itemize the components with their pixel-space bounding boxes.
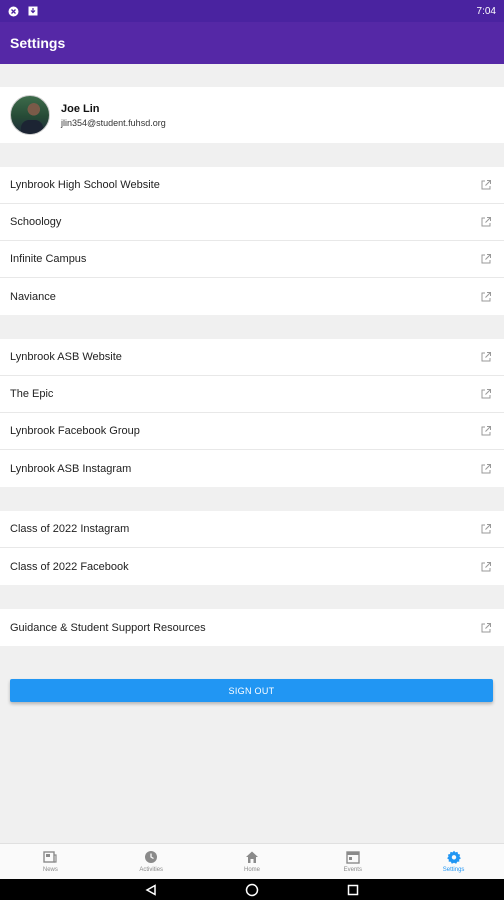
external-link-icon: [480, 425, 492, 437]
nav-item-activities[interactable]: Activities: [101, 844, 202, 879]
link-label: Guidance & Student Support Resources: [10, 621, 206, 634]
status-time: 7:04: [476, 5, 496, 17]
bottom-nav: News Activities Home Events Settings: [0, 843, 504, 879]
app-bar: Settings: [0, 22, 504, 64]
external-link-icon: [480, 388, 492, 400]
sign-out-button[interactable]: SIGN OUT: [10, 679, 493, 702]
nav-label: Events: [343, 867, 362, 873]
system-nav-bar: [0, 879, 504, 900]
external-link-icon: [480, 351, 492, 363]
link-row-the-epic[interactable]: The Epic: [0, 376, 504, 413]
link-label: Lynbrook Facebook Group: [10, 425, 140, 437]
link-label: Lynbrook ASB Website: [10, 351, 122, 363]
link-row-guidance[interactable]: Guidance & Student Support Resources: [0, 609, 504, 646]
link-row-schoology[interactable]: Schoology: [0, 204, 504, 241]
home-icon: [245, 850, 259, 864]
links-group-asb: Lynbrook ASB Website The Epic Lynbrook F…: [0, 339, 504, 487]
nav-label: Settings: [442, 867, 465, 873]
nav-item-news[interactable]: News: [0, 844, 101, 879]
link-row-class-instagram[interactable]: Class of 2022 Instagram: [0, 511, 504, 548]
external-link-icon: [480, 291, 492, 303]
link-label: Lynbrook High School Website: [10, 179, 160, 191]
status-bar: 7:04: [0, 0, 504, 22]
link-label: Infinite Campus: [10, 253, 87, 265]
link-label: The Epic: [10, 388, 54, 400]
links-group-class: Class of 2022 Instagram Class of 2022 Fa…: [0, 511, 504, 585]
link-row-infinite-campus[interactable]: Infinite Campus: [0, 241, 504, 278]
nav-item-home[interactable]: Home: [202, 844, 303, 879]
link-row-class-facebook[interactable]: Class of 2022 Facebook: [0, 548, 504, 585]
external-link-icon: [480, 216, 492, 228]
external-link-icon: [480, 622, 492, 634]
clock-icon: [144, 850, 158, 864]
link-label: Naviance: [10, 290, 56, 303]
link-row-asb-instagram[interactable]: Lynbrook ASB Instagram: [0, 450, 504, 487]
link-row-asb-website[interactable]: Lynbrook ASB Website: [0, 339, 504, 376]
external-link-icon: [480, 463, 492, 475]
external-link-icon: [480, 179, 492, 191]
external-link-icon: [480, 561, 492, 573]
news-icon: [43, 850, 57, 864]
avatar: [10, 95, 50, 135]
links-group-guidance: Guidance & Student Support Resources: [0, 609, 504, 646]
profile-card: Joe Lin jlin354@student.fuhsd.org: [0, 87, 504, 143]
profile-name: Joe Lin: [61, 102, 100, 115]
home-circle-icon[interactable]: [245, 883, 259, 897]
nav-label: Activities: [139, 867, 164, 873]
external-link-icon: [480, 253, 492, 265]
profile-email: jlin354@student.fuhsd.org: [61, 117, 166, 128]
nav-label: News: [42, 867, 58, 873]
nav-item-settings[interactable]: Settings: [403, 844, 504, 879]
nav-label: Home: [243, 867, 260, 873]
app-notification-icon: [8, 6, 19, 17]
link-row-facebook-group[interactable]: Lynbrook Facebook Group: [0, 413, 504, 450]
link-label: Schoology: [10, 216, 62, 228]
download-icon: [27, 6, 38, 17]
links-group-school: Lynbrook High School Website Schoology I…: [0, 167, 504, 315]
gear-icon: [446, 850, 461, 864]
recents-icon[interactable]: [346, 883, 360, 897]
external-link-icon: [480, 523, 492, 535]
nav-item-events[interactable]: Events: [302, 844, 403, 879]
link-label: Class of 2022 Facebook: [10, 560, 129, 573]
link-label: Lynbrook ASB Instagram: [10, 462, 132, 475]
link-row-lynbrook-website[interactable]: Lynbrook High School Website: [0, 167, 504, 204]
link-label: Class of 2022 Instagram: [10, 523, 130, 535]
page-title: Settings: [10, 35, 66, 51]
link-row-naviance[interactable]: Naviance: [0, 278, 504, 315]
calendar-icon: [346, 850, 360, 864]
back-icon[interactable]: [144, 883, 158, 897]
